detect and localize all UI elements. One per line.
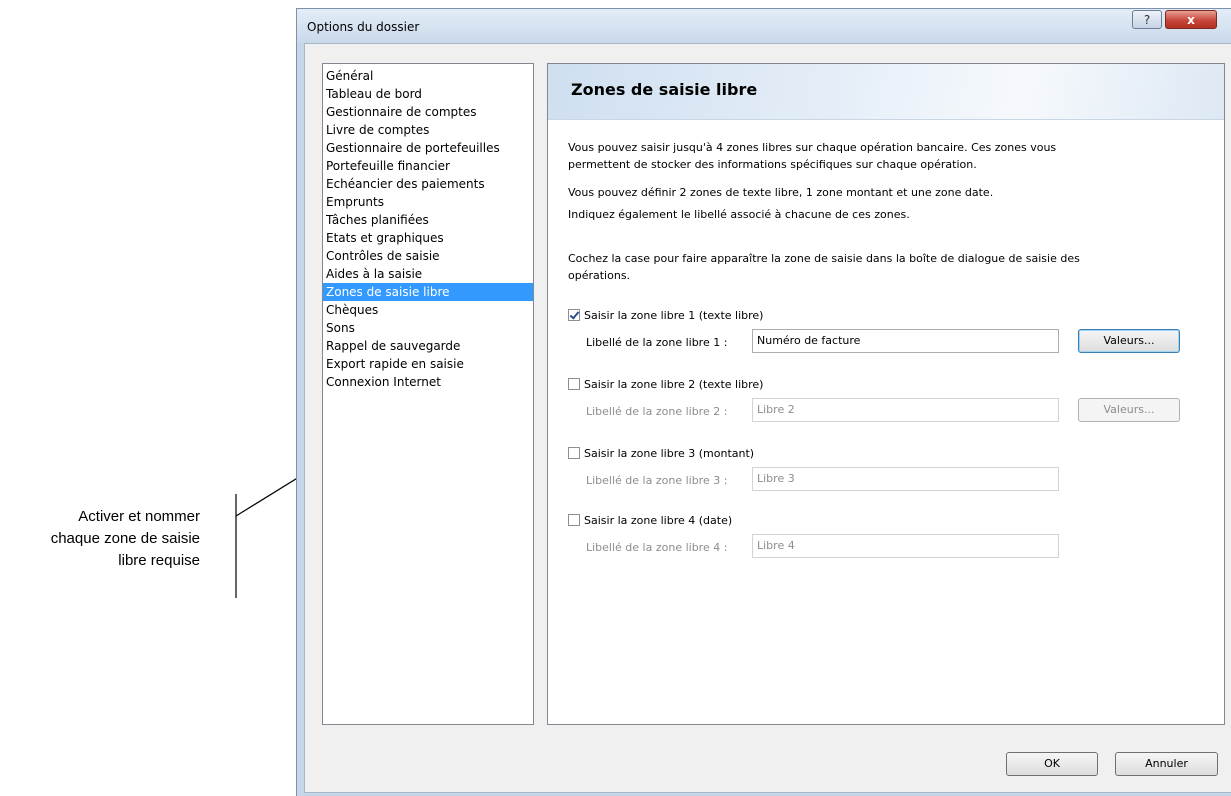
check-line-1: Cochez la case pour faire apparaître la … [568, 252, 1080, 265]
nav-item[interactable]: Export rapide en saisie [323, 355, 533, 373]
callout-line-3: libre requise [118, 552, 200, 569]
zone-1-field-label: Libellé de la zone libre 1 : [586, 336, 728, 349]
nav-item[interactable]: Gestionnaire de portefeuilles [323, 139, 533, 157]
callout-annotation: Activer et nommer chaque zone de saisie … [20, 506, 200, 572]
nav-item[interactable]: Connexion Internet [323, 373, 533, 391]
callout-line-2: chaque zone de saisie [50, 530, 200, 547]
zone-3-checkbox-line[interactable]: Saisir la zone libre 3 (montant) [568, 445, 754, 461]
zone-1-checkbox[interactable] [568, 309, 580, 321]
nav-item[interactable]: Etats et graphiques [323, 229, 533, 247]
cancel-button[interactable]: Annuler [1115, 752, 1218, 776]
title-bar: Options du dossier ? x [297, 9, 1231, 43]
intro-paragraph: Vous pouvez saisir jusqu'à 4 zones libre… [568, 139, 1188, 173]
panel-title: Zones de saisie libre [571, 80, 758, 99]
options-dialog: Options du dossier ? x Général Tableau de… [296, 8, 1231, 796]
zone-2-checkbox-line[interactable]: Saisir la zone libre 2 (texte libre) [568, 376, 763, 392]
callout-line-1: Activer et nommer [78, 508, 200, 525]
nav-item[interactable]: Chèques [323, 301, 533, 319]
zone-3-field-label: Libellé de la zone libre 3 : [586, 474, 728, 487]
zone-4-checkbox-label[interactable]: Saisir la zone libre 4 (date) [584, 514, 732, 527]
zone-1-label-input[interactable]: Numéro de facture [752, 329, 1059, 353]
options-category-list[interactable]: Général Tableau de bord Gestionnaire de co… [322, 63, 534, 725]
zone-3-label-input[interactable]: Libre 3 [752, 467, 1059, 491]
panel-header: Zones de saisie libre [548, 64, 1224, 120]
zone-2-checkbox-label[interactable]: Saisir la zone libre 2 (texte libre) [584, 378, 763, 391]
ok-button[interactable]: OK [1006, 752, 1098, 776]
window-title: Options du dossier [307, 20, 420, 34]
label-line: Indiquez également le libellé associé à … [568, 208, 910, 221]
nav-item[interactable]: Portefeuille financier [323, 157, 533, 175]
nav-item[interactable]: Tâches planifiées [323, 211, 533, 229]
define-line: Vous pouvez définir 2 zones de texte lib… [568, 186, 994, 199]
zone-2-values-button[interactable]: Valeurs... [1078, 398, 1180, 422]
nav-item[interactable]: Contrôles de saisie [323, 247, 533, 265]
zone-1-checkbox-line[interactable]: Saisir la zone libre 1 (texte libre) [568, 307, 763, 323]
zone-2-checkbox[interactable] [568, 378, 580, 390]
zone-4-field-label: Libellé de la zone libre 4 : [586, 541, 728, 554]
zone-2-field-label: Libellé de la zone libre 2 : [586, 405, 728, 418]
zone-4-checkbox-line[interactable]: Saisir la zone libre 4 (date) [568, 512, 732, 528]
zone-4-label-input[interactable]: Libre 4 [752, 534, 1059, 558]
zone-3-checkbox[interactable] [568, 447, 580, 459]
close-icon: x [1187, 13, 1195, 27]
intro-line-2: permettent de stocker des informations s… [568, 158, 977, 171]
check-line-2: opérations. [568, 269, 631, 282]
zone-4-checkbox[interactable] [568, 514, 580, 526]
nav-item[interactable]: Emprunts [323, 193, 533, 211]
zone-1-checkbox-label[interactable]: Saisir la zone libre 1 (texte libre) [584, 309, 763, 322]
nav-item[interactable]: Rappel de sauvegarde [323, 337, 533, 355]
settings-panel: Zones de saisie libre Vous pouvez saisir… [547, 63, 1225, 725]
help-button[interactable]: ? [1132, 10, 1162, 29]
zone-3-checkbox-label[interactable]: Saisir la zone libre 3 (montant) [584, 447, 754, 460]
zone-2-label-input[interactable]: Libre 2 [752, 398, 1059, 422]
nav-item[interactable]: Echéancier des paiements [323, 175, 533, 193]
intro-line-1: Vous pouvez saisir jusqu'à 4 zones libre… [568, 141, 1057, 154]
dialog-client-area: Général Tableau de bord Gestionnaire de co… [304, 43, 1231, 793]
nav-item[interactable]: Tableau de bord [323, 85, 533, 103]
nav-item[interactable]: Sons [323, 319, 533, 337]
help-icon: ? [1143, 13, 1151, 27]
check-paragraph: Cochez la case pour faire apparaître la … [568, 250, 1188, 284]
nav-item[interactable]: Zones de saisie libre [323, 283, 533, 301]
close-button[interactable]: x [1165, 10, 1217, 29]
nav-item[interactable]: Gestionnaire de comptes [323, 103, 533, 121]
nav-item[interactable]: Aides à la saisie [323, 265, 533, 283]
nav-item[interactable]: Général [323, 67, 533, 85]
zone-1-values-button[interactable]: Valeurs... [1078, 329, 1180, 353]
nav-item[interactable]: Livre de comptes [323, 121, 533, 139]
